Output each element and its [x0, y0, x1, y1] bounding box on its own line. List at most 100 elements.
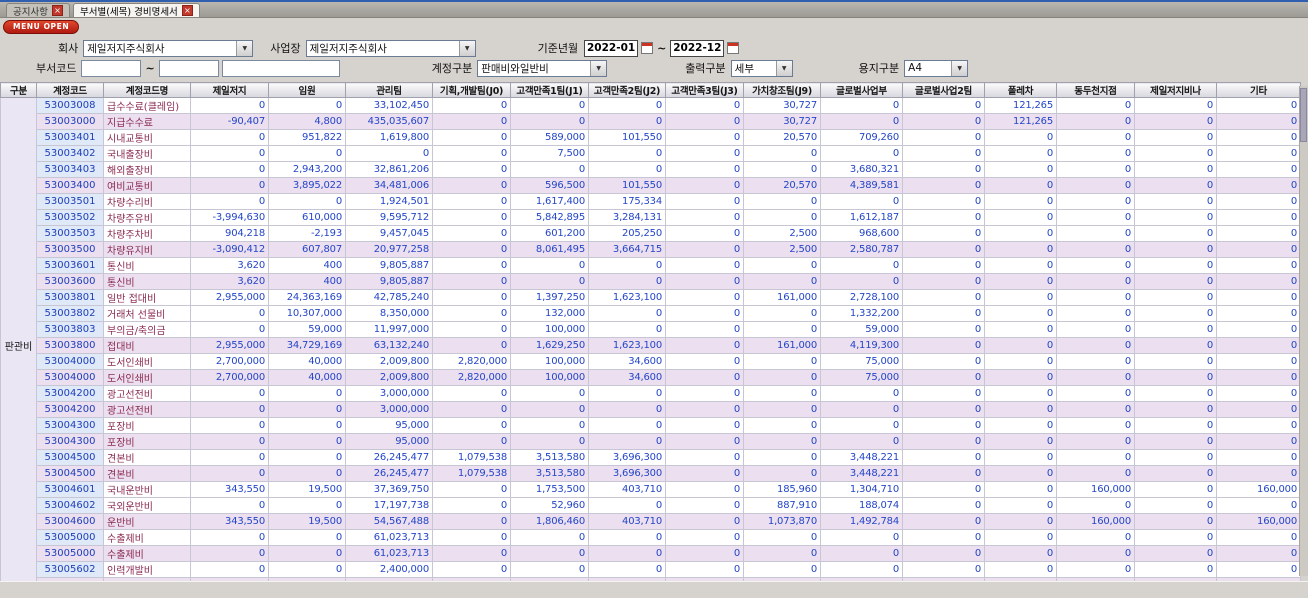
amount-cell[interactable]: 0	[432, 433, 511, 450]
amount-cell[interactable]: 1,492,784	[820, 513, 903, 530]
amount-cell[interactable]: 0	[510, 545, 589, 562]
account-code-cell[interactable]: 53003008	[36, 97, 104, 114]
table-row[interactable]: 53003402 국내출장비 0 0 0 0 7,500 0 0 0 0 0 0 0 0 0	[1, 145, 1301, 162]
amount-cell[interactable]: 0	[665, 561, 744, 578]
amount-cell[interactable]: 52,960	[510, 497, 589, 514]
amount-cell[interactable]: 1,332,200	[820, 305, 903, 322]
account-name-cell[interactable]: 수출제비	[103, 529, 191, 546]
amount-cell[interactable]: 0	[1216, 161, 1301, 178]
account-name-cell[interactable]: 일반 접대비	[103, 289, 191, 306]
table-row[interactable]: 53004602 국외운반비 0 0 17,197,738 0 52,960 0 0 887,91…	[1, 497, 1301, 514]
amount-cell[interactable]: 0	[1134, 481, 1217, 498]
amount-cell[interactable]: 0	[432, 545, 511, 562]
amount-cell[interactable]: 0	[190, 497, 269, 514]
amount-cell[interactable]: 0	[984, 177, 1057, 194]
amount-cell[interactable]: 887,910	[743, 497, 821, 514]
amount-cell[interactable]: 101,550	[588, 177, 666, 194]
amount-cell[interactable]: 0	[432, 337, 511, 354]
amount-cell[interactable]: 0	[268, 385, 346, 402]
amount-cell[interactable]: 0	[984, 193, 1057, 210]
account-name-cell[interactable]: 차량유지비	[103, 241, 191, 258]
amount-cell[interactable]: 9,805,887	[345, 257, 433, 274]
amount-cell[interactable]: 0	[984, 305, 1057, 322]
amount-cell[interactable]: 0	[268, 497, 346, 514]
amount-cell[interactable]: 0	[902, 337, 985, 354]
amount-cell[interactable]: 0	[1134, 465, 1217, 482]
amount-cell[interactable]: 0	[902, 257, 985, 274]
account-name-cell[interactable]: 포장비	[103, 417, 191, 434]
amount-cell[interactable]: 0	[1216, 129, 1301, 146]
amount-cell[interactable]: 0	[268, 401, 346, 418]
amount-cell[interactable]: 2,820,000	[432, 353, 511, 370]
amount-cell[interactable]: 1,619,800	[345, 129, 433, 146]
amount-cell[interactable]: 0	[902, 545, 985, 562]
amount-cell[interactable]: 0	[432, 97, 511, 114]
account-code-cell[interactable]: 53004200	[36, 401, 104, 418]
table-row[interactable]: 53004300 포장비 0 0 95,000 0 0 0 0 0 0 0 0 0 0 0	[1, 417, 1301, 434]
table-row[interactable]: 53003500 차량유지비 -3,090,412 607,807 20,977,258…	[1, 241, 1301, 258]
amount-cell[interactable]: -2,193	[268, 225, 346, 242]
amount-cell[interactable]: 0	[190, 321, 269, 338]
amount-cell[interactable]: 0	[665, 353, 744, 370]
amount-cell[interactable]: 0	[1216, 385, 1301, 402]
amount-cell[interactable]: 0	[1216, 273, 1301, 290]
workplace-select[interactable]: 제일저지주식회사 ▼	[305, 39, 476, 57]
amount-cell[interactable]: 0	[432, 561, 511, 578]
amount-cell[interactable]: 0	[902, 289, 985, 306]
amount-cell[interactable]: 0	[1134, 193, 1217, 210]
amount-cell[interactable]: 0	[665, 513, 744, 530]
amount-cell[interactable]: 8,061,495	[510, 241, 589, 258]
amount-cell[interactable]: 160,000	[1056, 481, 1135, 498]
table-row[interactable]: 53005000 수출제비 0 0 61,023,713 0 0 0 0 0 0 0 0 0 0 0	[1, 545, 1301, 562]
amount-cell[interactable]: 0	[432, 289, 511, 306]
amount-cell[interactable]: 0	[1056, 401, 1135, 418]
amount-cell[interactable]: 0	[1216, 449, 1301, 466]
amount-cell[interactable]: 0	[984, 497, 1057, 514]
amount-cell[interactable]: 400	[268, 273, 346, 290]
amount-cell[interactable]: 435,035,607	[345, 113, 433, 130]
amount-cell[interactable]: 0	[432, 481, 511, 498]
amount-cell[interactable]: 1,924,501	[345, 193, 433, 210]
table-row[interactable]: 53003501 차량수리비 0 0 1,924,501 0 1,617,400 175,33…	[1, 193, 1301, 210]
amount-cell[interactable]: 0	[665, 129, 744, 146]
amount-cell[interactable]: 0	[1056, 289, 1135, 306]
amount-cell[interactable]: 0	[665, 465, 744, 482]
calendar-icon[interactable]	[641, 42, 654, 54]
amount-cell[interactable]: 160,000	[1056, 513, 1135, 530]
table-row[interactable]: 53004500 견본비 0 0 26,245,477 1,079,538 3,513,58…	[1, 465, 1301, 482]
amount-cell[interactable]: 4,800	[268, 113, 346, 130]
dept-name-field[interactable]	[221, 59, 340, 77]
amount-cell[interactable]: 0	[902, 369, 985, 386]
amount-cell[interactable]: 0	[510, 113, 589, 130]
amount-cell[interactable]: 0	[1216, 257, 1301, 274]
amount-cell[interactable]: 0	[190, 561, 269, 578]
amount-cell[interactable]: 0	[820, 433, 903, 450]
amount-cell[interactable]: 3,696,300	[588, 465, 666, 482]
amount-cell[interactable]: 3,000,000	[345, 385, 433, 402]
amount-cell[interactable]: 3,513,580	[510, 449, 589, 466]
account-class-select[interactable]: 판매비와일반비 ▼	[477, 59, 608, 77]
amount-cell[interactable]: 0	[1216, 497, 1301, 514]
account-name-cell[interactable]: 국내출장비	[103, 145, 191, 162]
amount-cell[interactable]: 0	[1134, 113, 1217, 130]
amount-cell[interactable]: 1,079,538	[432, 449, 511, 466]
amount-cell[interactable]: 0	[1056, 529, 1135, 546]
amount-cell[interactable]: 0	[1134, 257, 1217, 274]
amount-cell[interactable]: 2,400,000	[345, 561, 433, 578]
account-name-cell[interactable]: 지급수수료	[103, 113, 191, 130]
amount-cell[interactable]: 0	[1216, 113, 1301, 130]
amount-cell[interactable]: 0	[1056, 97, 1135, 114]
amount-cell[interactable]: 0	[190, 417, 269, 434]
amount-cell[interactable]: 2,820,000	[432, 369, 511, 386]
amount-cell[interactable]: 0	[1134, 545, 1217, 562]
amount-cell[interactable]: 160,000	[1216, 481, 1301, 498]
output-class-select[interactable]: 세부 ▼	[730, 59, 793, 77]
amount-cell[interactable]: 0	[510, 561, 589, 578]
amount-cell[interactable]: 0	[510, 433, 589, 450]
amount-cell[interactable]: 0	[1134, 433, 1217, 450]
amount-cell[interactable]: 3,284,131	[588, 209, 666, 226]
amount-cell[interactable]: 343,550	[190, 513, 269, 530]
column-header[interactable]: 고객만족1팀(J1)	[510, 82, 589, 98]
amount-cell[interactable]: 0	[984, 529, 1057, 546]
table-row[interactable]: 53003802 거래처 선물비 0 10,307,000 8,350,000 0 132,…	[1, 305, 1301, 322]
